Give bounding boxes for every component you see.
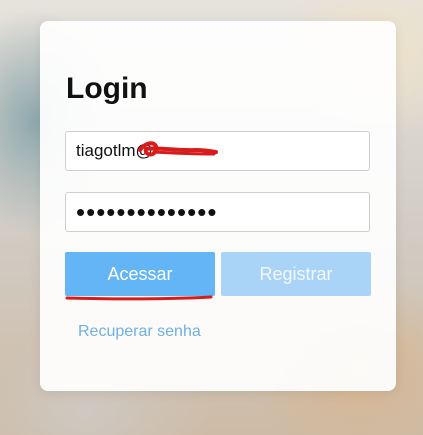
email-input[interactable] [65,131,370,171]
recover-password-link[interactable]: Recuperar senha [78,323,201,341]
login-card: Login Acessar Registrar Recuperar senha [40,21,396,391]
access-button[interactable]: Acessar [65,252,215,296]
password-input[interactable] [65,192,370,232]
page-title: Login [66,72,148,105]
register-button[interactable]: Registrar [221,252,371,296]
